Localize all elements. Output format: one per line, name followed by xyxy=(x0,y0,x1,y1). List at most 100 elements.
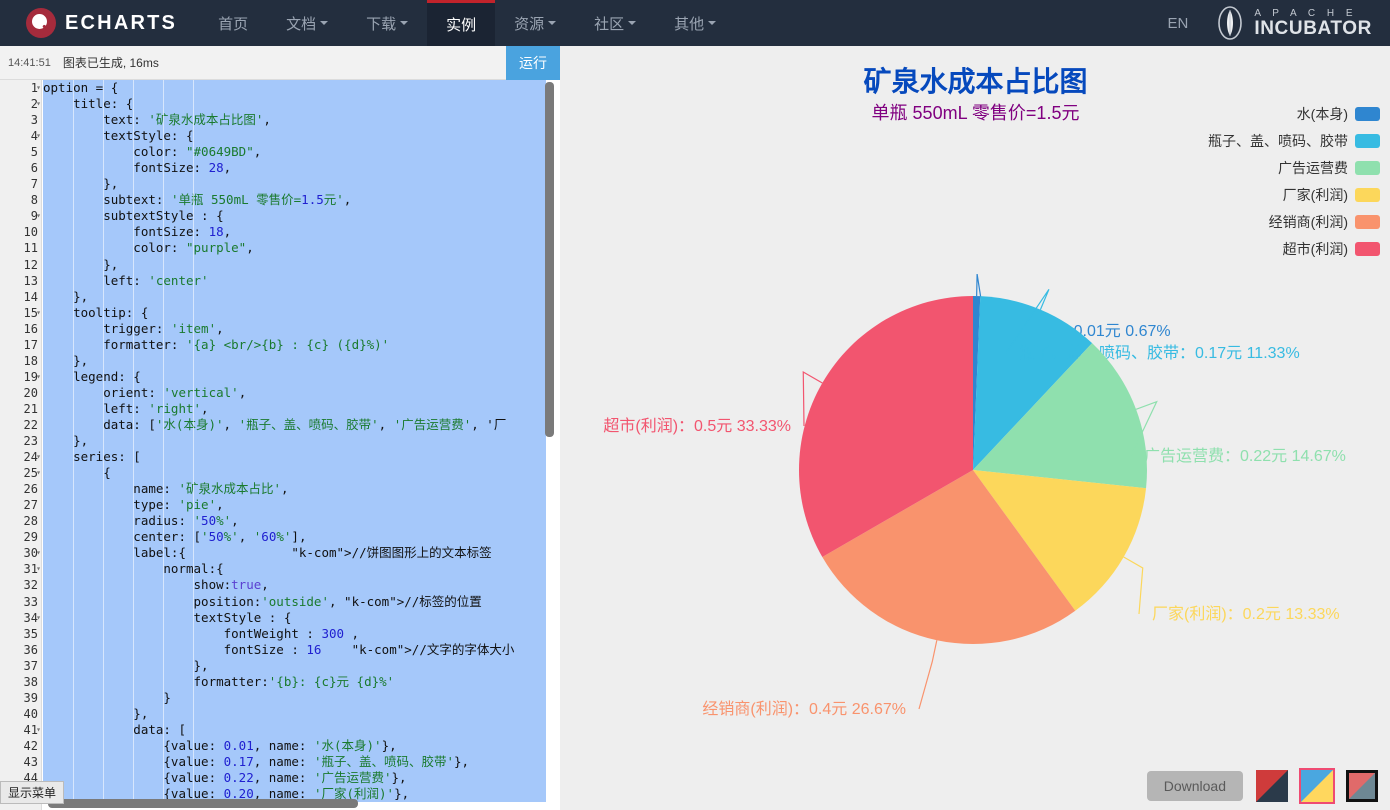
code-line[interactable]: subtextStyle : { xyxy=(43,208,546,225)
incubator-wordmark: A P A C H E INCUBATOR xyxy=(1254,8,1372,38)
code-line[interactable]: textStyle: { xyxy=(43,128,546,145)
fold-toggle-icon[interactable]: ▾ xyxy=(32,128,41,144)
nav-item-5[interactable]: 社区 xyxy=(575,0,655,46)
fold-toggle-icon[interactable]: ▾ xyxy=(32,610,41,626)
nav-item-0[interactable]: 首页 xyxy=(199,0,267,46)
code-line[interactable]: data: ['水(本身)', '瓶子、盖、喷码、胶带', '广告运营费', '… xyxy=(43,416,546,434)
editor-horizontal-scrollbar[interactable] xyxy=(48,799,358,808)
nav-item-4[interactable]: 资源 xyxy=(495,0,575,46)
line-number: 16 xyxy=(23,321,38,336)
fold-toggle-icon[interactable]: ▾ xyxy=(32,369,41,385)
indent-guide xyxy=(103,80,104,810)
code-line[interactable]: fontWeight : 300 , xyxy=(43,625,546,642)
nav-item-6[interactable]: 其他 xyxy=(655,0,735,46)
code-line[interactable]: label:{ "k-com">//饼图图形上的文本标签 xyxy=(43,545,546,562)
nav-item-label: 首页 xyxy=(218,15,249,33)
fold-toggle-icon[interactable]: ▾ xyxy=(32,96,41,112)
code-line[interactable]: }, xyxy=(43,433,546,450)
show-menu-button[interactable]: 显示菜单 xyxy=(0,781,65,804)
fold-toggle-icon[interactable]: ▾ xyxy=(32,722,41,738)
code-line[interactable]: trigger: 'item', xyxy=(43,320,546,337)
code-line[interactable]: position:'outside', "k-com">//标签的位置 xyxy=(43,593,546,610)
log-message: 图表已生成, 16ms xyxy=(62,56,159,70)
code-line[interactable]: {value: 0.22, name: '广告运营费'}, xyxy=(43,770,546,787)
line-number: 4 ▾ xyxy=(30,128,41,144)
code-line[interactable]: }, xyxy=(43,176,546,193)
fold-toggle-icon[interactable]: ▾ xyxy=(32,449,41,465)
code-line[interactable]: { xyxy=(43,465,546,482)
code-line[interactable]: }, xyxy=(43,352,546,369)
code-line[interactable]: {value: 0.01, name: '水(本身)'}, xyxy=(43,737,546,754)
line-number: 40 xyxy=(23,706,38,721)
code-line[interactable]: tooltip: { xyxy=(43,304,546,321)
code-line[interactable]: fontSize: 28, xyxy=(43,160,546,177)
line-number: 15 ▾ xyxy=(23,305,41,321)
theme-swatch-red-dark[interactable] xyxy=(1256,770,1288,802)
nav-item-label: 社区 xyxy=(594,15,625,33)
fold-toggle-icon[interactable]: ▾ xyxy=(32,208,41,224)
code-line[interactable]: }, xyxy=(43,288,546,305)
fold-toggle-icon[interactable]: ▾ xyxy=(32,465,41,481)
code-line[interactable]: } xyxy=(43,689,546,706)
code-line[interactable]: }, xyxy=(43,705,546,722)
pie-chart[interactable]: 水(本身)：0.01元 0.67%瓶子、盖、喷码、胶带：0.17元 11.33%… xyxy=(561,46,1390,810)
code-line[interactable]: color: "purple", xyxy=(43,240,546,257)
editor-vertical-scrollbar[interactable] xyxy=(545,82,554,437)
echarts-logo-icon xyxy=(26,8,56,38)
editor-toolbar: 14:41:51 图表已生成, 16ms 运行 xyxy=(0,45,560,80)
code-line[interactable]: name: '矿泉水成本占比', xyxy=(43,481,546,498)
theme-swatch-dark[interactable] xyxy=(1346,770,1378,802)
fold-toggle-icon[interactable]: ▾ xyxy=(32,305,41,321)
code-line[interactable]: }, xyxy=(43,256,546,273)
code-line[interactable]: title: { xyxy=(43,96,546,113)
nav-item-3[interactable]: 实例 xyxy=(427,0,496,46)
code-line[interactable]: textStyle : { xyxy=(43,609,546,626)
brand-name: ECHARTS xyxy=(65,11,178,34)
code-line[interactable]: option = { xyxy=(43,80,546,97)
theme-swatch-blue-yellow[interactable] xyxy=(1299,768,1335,804)
line-number: 34 ▾ xyxy=(23,610,41,626)
code-line[interactable]: color: "#0649BD", xyxy=(43,144,546,161)
code-line[interactable]: subtext: '单瓶 550mL 零售价=1.5元', xyxy=(43,192,546,209)
indent-guide xyxy=(133,80,134,810)
code-line[interactable]: orient: 'vertical', xyxy=(43,384,546,401)
code-line[interactable]: left: 'center' xyxy=(43,272,546,289)
code-line[interactable]: fontSize : 16 "k-com">//文字的字体大小 xyxy=(43,641,546,658)
code-content[interactable]: option = { title: { text: '矿泉水成本占比图', te… xyxy=(43,80,546,810)
code-line[interactable]: data: [ xyxy=(43,721,546,738)
download-button[interactable]: Download xyxy=(1146,771,1243,801)
apache-incubator-logo[interactable]: A P A C H E INCUBATOR xyxy=(1214,5,1372,41)
code-line[interactable]: legend: { xyxy=(43,368,546,385)
line-number: 12 xyxy=(23,257,38,272)
line-number: 10 xyxy=(23,225,38,240)
fold-toggle-icon[interactable]: ▾ xyxy=(32,545,41,561)
code-line[interactable]: normal:{ xyxy=(43,561,546,578)
code-line[interactable]: }, xyxy=(43,657,546,674)
line-number: 32 xyxy=(23,578,38,593)
chart-footer-toolbar: Download xyxy=(1146,768,1378,804)
line-number-gutter: 1 ▾ 2 ▾ 3 4 ▾ 5 6 7 8 9 ▾ 10 11 12 13 14 15 ▾ 16 17 18 19 ▾ 20 21 2… xyxy=(0,80,42,810)
pie-label-2: 广告运营费：0.22元 14.67% xyxy=(1144,447,1346,465)
nav-item-1[interactable]: 文档 xyxy=(267,0,347,46)
code-line[interactable]: formatter:'{b}: {c}元 {d}%' xyxy=(43,673,546,690)
code-line[interactable]: left: 'right', xyxy=(43,400,546,417)
code-line[interactable]: series: [ xyxy=(43,449,546,466)
run-button[interactable]: 运行 xyxy=(506,45,560,80)
line-number: 18 xyxy=(23,353,38,368)
code-line[interactable]: radius: '50%', xyxy=(43,513,546,530)
code-line[interactable]: show:true, xyxy=(43,577,546,594)
nav-item-2[interactable]: 下载 xyxy=(347,0,427,46)
fold-toggle-icon[interactable]: ▾ xyxy=(32,80,41,96)
code-line[interactable]: fontSize: 18, xyxy=(43,224,546,241)
code-line[interactable]: type: 'pie', xyxy=(43,497,546,514)
line-number: 8 xyxy=(30,193,38,208)
code-line[interactable]: {value: 0.17, name: '瓶子、盖、喷码、胶带'}, xyxy=(43,753,546,771)
brand-logo-link[interactable]: ECHARTS xyxy=(0,0,199,46)
code-area[interactable]: 1 ▾ 2 ▾ 3 4 ▾ 5 6 7 8 9 ▾ 10 11 12 13 14 15 ▾ 16 17 18 19 ▾ 20 21 2… xyxy=(0,80,560,810)
chevron-down-icon xyxy=(708,21,717,25)
code-line[interactable]: text: '矿泉水成本占比图', xyxy=(43,112,546,129)
language-switch[interactable]: EN xyxy=(1168,15,1189,32)
code-line[interactable]: formatter: '{a} <br/>{b} : {c} ({d}%)' xyxy=(43,336,546,353)
code-line[interactable]: center: ['50%', '60%'], xyxy=(43,529,546,546)
fold-toggle-icon[interactable]: ▾ xyxy=(32,561,41,577)
